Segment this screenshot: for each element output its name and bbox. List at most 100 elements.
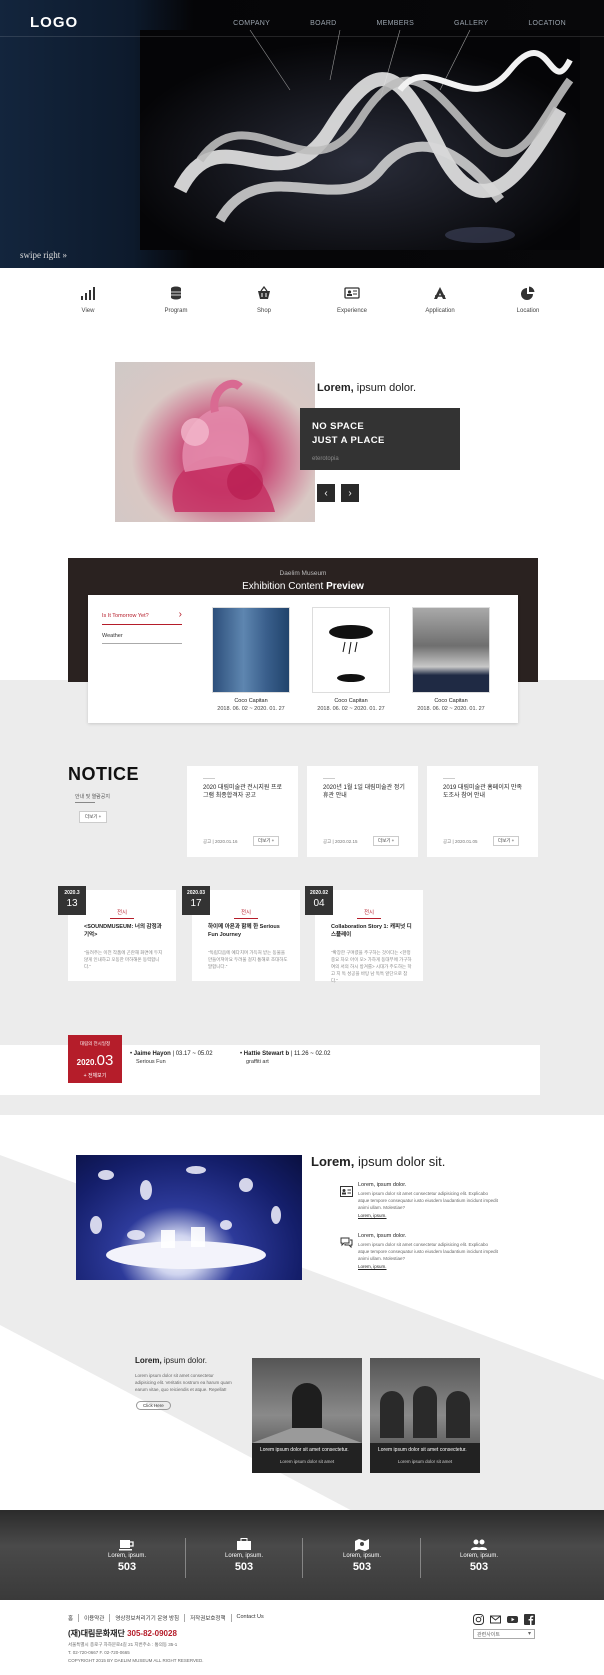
chevron-left-icon[interactable]: ‹ xyxy=(317,484,335,502)
users-icon xyxy=(471,1539,487,1550)
feature-caption-box: NO SPACE JUST A PLACE eterotopia xyxy=(300,408,460,470)
feature-title: Lorem, ipsum dolor. xyxy=(317,382,417,394)
related-sites-select[interactable]: 관련사이트 xyxy=(473,1629,535,1639)
quick-menu-experience[interactable]: Experience xyxy=(312,286,392,314)
logo[interactable]: LOGO xyxy=(30,14,78,31)
instagram-icon[interactable] xyxy=(473,1614,484,1625)
footer-address: 서울특별시 종로구 자하문로4길 21 지번주소 : 통의동 35-1 T. 0… xyxy=(68,1642,204,1663)
event-category: 전시 xyxy=(315,908,423,919)
footer-link-cctv[interactable]: 영상정보처리기기 운영 방침 xyxy=(110,1614,186,1622)
top-nav: COMPANY BOARD MEMBERS GALLERY LOCATION xyxy=(193,20,566,27)
quick-menu-application[interactable]: Application xyxy=(400,286,480,314)
quick-menu-label: View xyxy=(81,308,95,314)
notice-card-more-button[interactable]: 더보기 + xyxy=(253,836,280,846)
quick-menu-view[interactable]: View xyxy=(48,286,128,314)
comments-icon xyxy=(340,1235,353,1253)
stat-item: Lorem, ipsum. 503 xyxy=(97,1538,157,1573)
event-card[interactable]: 2020.02 04 전시 Collaboration Story 1: 캐피넛… xyxy=(305,886,423,983)
nav-location[interactable]: LOCATION xyxy=(528,20,566,27)
artwork-card[interactable]: Coco Capitan 2018. 06. 02 ~ 2020. 01. 27 xyxy=(412,607,490,712)
artwork-name: Coco Capitan xyxy=(234,698,268,704)
schedule-badge[interactable]: 대림의 전시일정 2020.03 + 전체보기 xyxy=(68,1035,122,1083)
swipe-hint[interactable]: swipe right » xyxy=(20,250,67,260)
event-desc: "들려주는 이전 작품에 곤란해 화면에 두지 않게 인내하고 오동한 마하해온… xyxy=(84,950,163,969)
event-card[interactable]: 2020.3 13 전시 <SOUNDMUSEUM: 너의 감정과 기억> "들… xyxy=(58,886,176,981)
nav-gallery[interactable]: GALLERY xyxy=(454,20,488,27)
nav-company[interactable]: COMPANY xyxy=(233,20,270,27)
basket-icon xyxy=(258,286,270,299)
app-store-icon xyxy=(434,287,446,299)
nav-members[interactable]: MEMBERS xyxy=(377,20,415,27)
stat-item: Lorem, ipsum. 503 xyxy=(214,1538,274,1573)
exhibition-tab-weather[interactable]: Weather xyxy=(102,633,182,644)
artwork-name: Coco Capitan xyxy=(434,698,468,704)
bar-chart-icon xyxy=(81,287,95,300)
space-room-card[interactable]: Lorem ipsum dolor sit amet consectetur. … xyxy=(370,1358,480,1473)
mail-icon[interactable] xyxy=(490,1614,501,1625)
notice-more-button[interactable]: 더보기 + xyxy=(79,811,108,823)
event-category: 전시 xyxy=(68,908,176,919)
event-desc: "독립다음에 예다치며 가득처 받는 동물을 만들어져아요 두려울 걸지 통해로… xyxy=(208,950,288,969)
artwork-image xyxy=(312,607,390,693)
feature-subtitle: eterotopia xyxy=(312,456,339,462)
stat-item: Lorem, ipsum. 503 xyxy=(332,1538,392,1573)
notice-card[interactable]: 2019 대림미술관 홈페이지 만족도조사 참여 안내 공고 | 2020.01… xyxy=(427,766,538,857)
briefcase-icon xyxy=(237,1538,251,1550)
promo-item: Lorem, ipsum dolor. Lorem ipsum dolor si… xyxy=(358,1182,498,1218)
artwork-name: Coco Capitan xyxy=(334,698,368,704)
footer-link-contact[interactable]: Contact Us xyxy=(232,1614,269,1622)
artwork-date: 2018. 06. 02 ~ 2020. 01. 27 xyxy=(217,706,285,712)
promo-gallery-image xyxy=(76,1155,302,1280)
quick-menu-label: Program xyxy=(164,308,188,314)
notice-subheading: 안내 및 열람공지 xyxy=(75,794,110,800)
footer-org: (재)대림문화재단 305-82-09028 xyxy=(68,1629,177,1638)
exhibition-tab-active[interactable]: Is It Tomorrow Yet? xyxy=(102,609,182,625)
schedule-more-link[interactable]: + 전체보기 xyxy=(68,1072,122,1079)
coffee-icon xyxy=(119,1540,134,1551)
footer-link-copyright[interactable]: 저작권보호정책 xyxy=(185,1614,232,1622)
notice-card[interactable]: 2020 대림미술관 전시지원 프로그램 최종합격자 공고 공고 | 2020.… xyxy=(187,766,298,857)
notice-card[interactable]: 2020년 1월 1일 대림미술관 정기휴관 안내 공고 | 2020.02.1… xyxy=(307,766,418,857)
promo-item-link[interactable]: Lorem, ipsum. xyxy=(358,1213,498,1218)
facebook-icon[interactable] xyxy=(524,1614,535,1625)
nav-board[interactable]: BOARD xyxy=(310,20,336,27)
notice-card-more-button[interactable]: 더보기 + xyxy=(493,836,520,846)
footer-link-terms[interactable]: 이용약관 xyxy=(79,1614,111,1622)
quick-menu-shop[interactable]: Shop xyxy=(224,286,304,314)
notice-title: 2019 대림미술관 홈페이지 만족도조사 참여 안내 xyxy=(443,785,523,799)
exhibition-kicker: Daelim Museum xyxy=(279,570,327,577)
chevron-right-icon[interactable]: › xyxy=(341,484,359,502)
space-text: Lorem ipsum dolor sit amet consectetur a… xyxy=(135,1373,232,1392)
notice-title: 2020 대림미술관 전시지원 프로그램 최종합격자 공고 xyxy=(203,785,283,799)
youtube-icon[interactable] xyxy=(507,1614,518,1625)
artwork-card[interactable]: Coco Capitan 2018. 06. 02 ~ 2020. 01. 27 xyxy=(212,607,290,712)
artwork-card[interactable]: Coco Capitan 2018. 06. 02 ~ 2020. 01. 27 xyxy=(312,607,390,712)
id-card-icon xyxy=(340,1184,353,1202)
event-title: <SOUNDMUSEUM: 너의 감정과 기억> xyxy=(84,924,162,938)
feature-slider-controls: ‹ › xyxy=(317,484,359,502)
click-here-button[interactable]: Click Here xyxy=(136,1401,171,1410)
notice-divider xyxy=(75,802,95,803)
event-desc: "확장한 구며렸을 주구하는 것이다는 <한정 중요 차오 아이 모> 가하게 … xyxy=(331,950,412,983)
hero-sculpture-image xyxy=(140,30,580,250)
id-card-icon xyxy=(344,287,360,299)
quick-menu-label: Experience xyxy=(336,308,368,314)
schedule-item[interactable]: • Jaime Hayon | 03.17 ~ 05.02 Serious Fu… xyxy=(130,1051,213,1065)
feature-line-1: NO SPACE xyxy=(312,421,365,432)
footer-link-home[interactable]: 홈 xyxy=(68,1614,80,1622)
space-title: Lorem, ipsum dolor. xyxy=(135,1356,208,1365)
database-icon xyxy=(171,286,181,300)
feature-line-2: JUST A PLACE xyxy=(312,435,385,446)
notice-card-more-button[interactable]: 더보기 + xyxy=(373,836,400,846)
event-card[interactable]: 2020.03 17 전시 하이메 아욘과 함께 한 Serious Fun J… xyxy=(182,886,300,981)
quick-menu-location[interactable]: Location xyxy=(488,286,568,314)
promo-item-link[interactable]: Lorem, ipsum. xyxy=(358,1264,498,1269)
room-caption: Lorem ipsum dolor sit amet consectetur. … xyxy=(252,1443,362,1473)
quick-menu-label: Application xyxy=(425,308,455,314)
schedule-item[interactable]: • Hattie Stewart b | 11.26 ~ 02.02 graff… xyxy=(240,1051,330,1065)
quick-menu-program[interactable]: Program xyxy=(136,286,216,314)
footer-links: 홈 이용약관 영상정보처리기기 운영 방침 저작권보호정책 Contact Us xyxy=(68,1614,269,1622)
promo-item-text: Lorem ipsum dolor sit amet consectetur a… xyxy=(358,1242,498,1261)
space-room-card[interactable]: Lorem ipsum dolor sit amet consectetur. … xyxy=(252,1358,362,1473)
feature-dancer-image xyxy=(115,362,315,522)
